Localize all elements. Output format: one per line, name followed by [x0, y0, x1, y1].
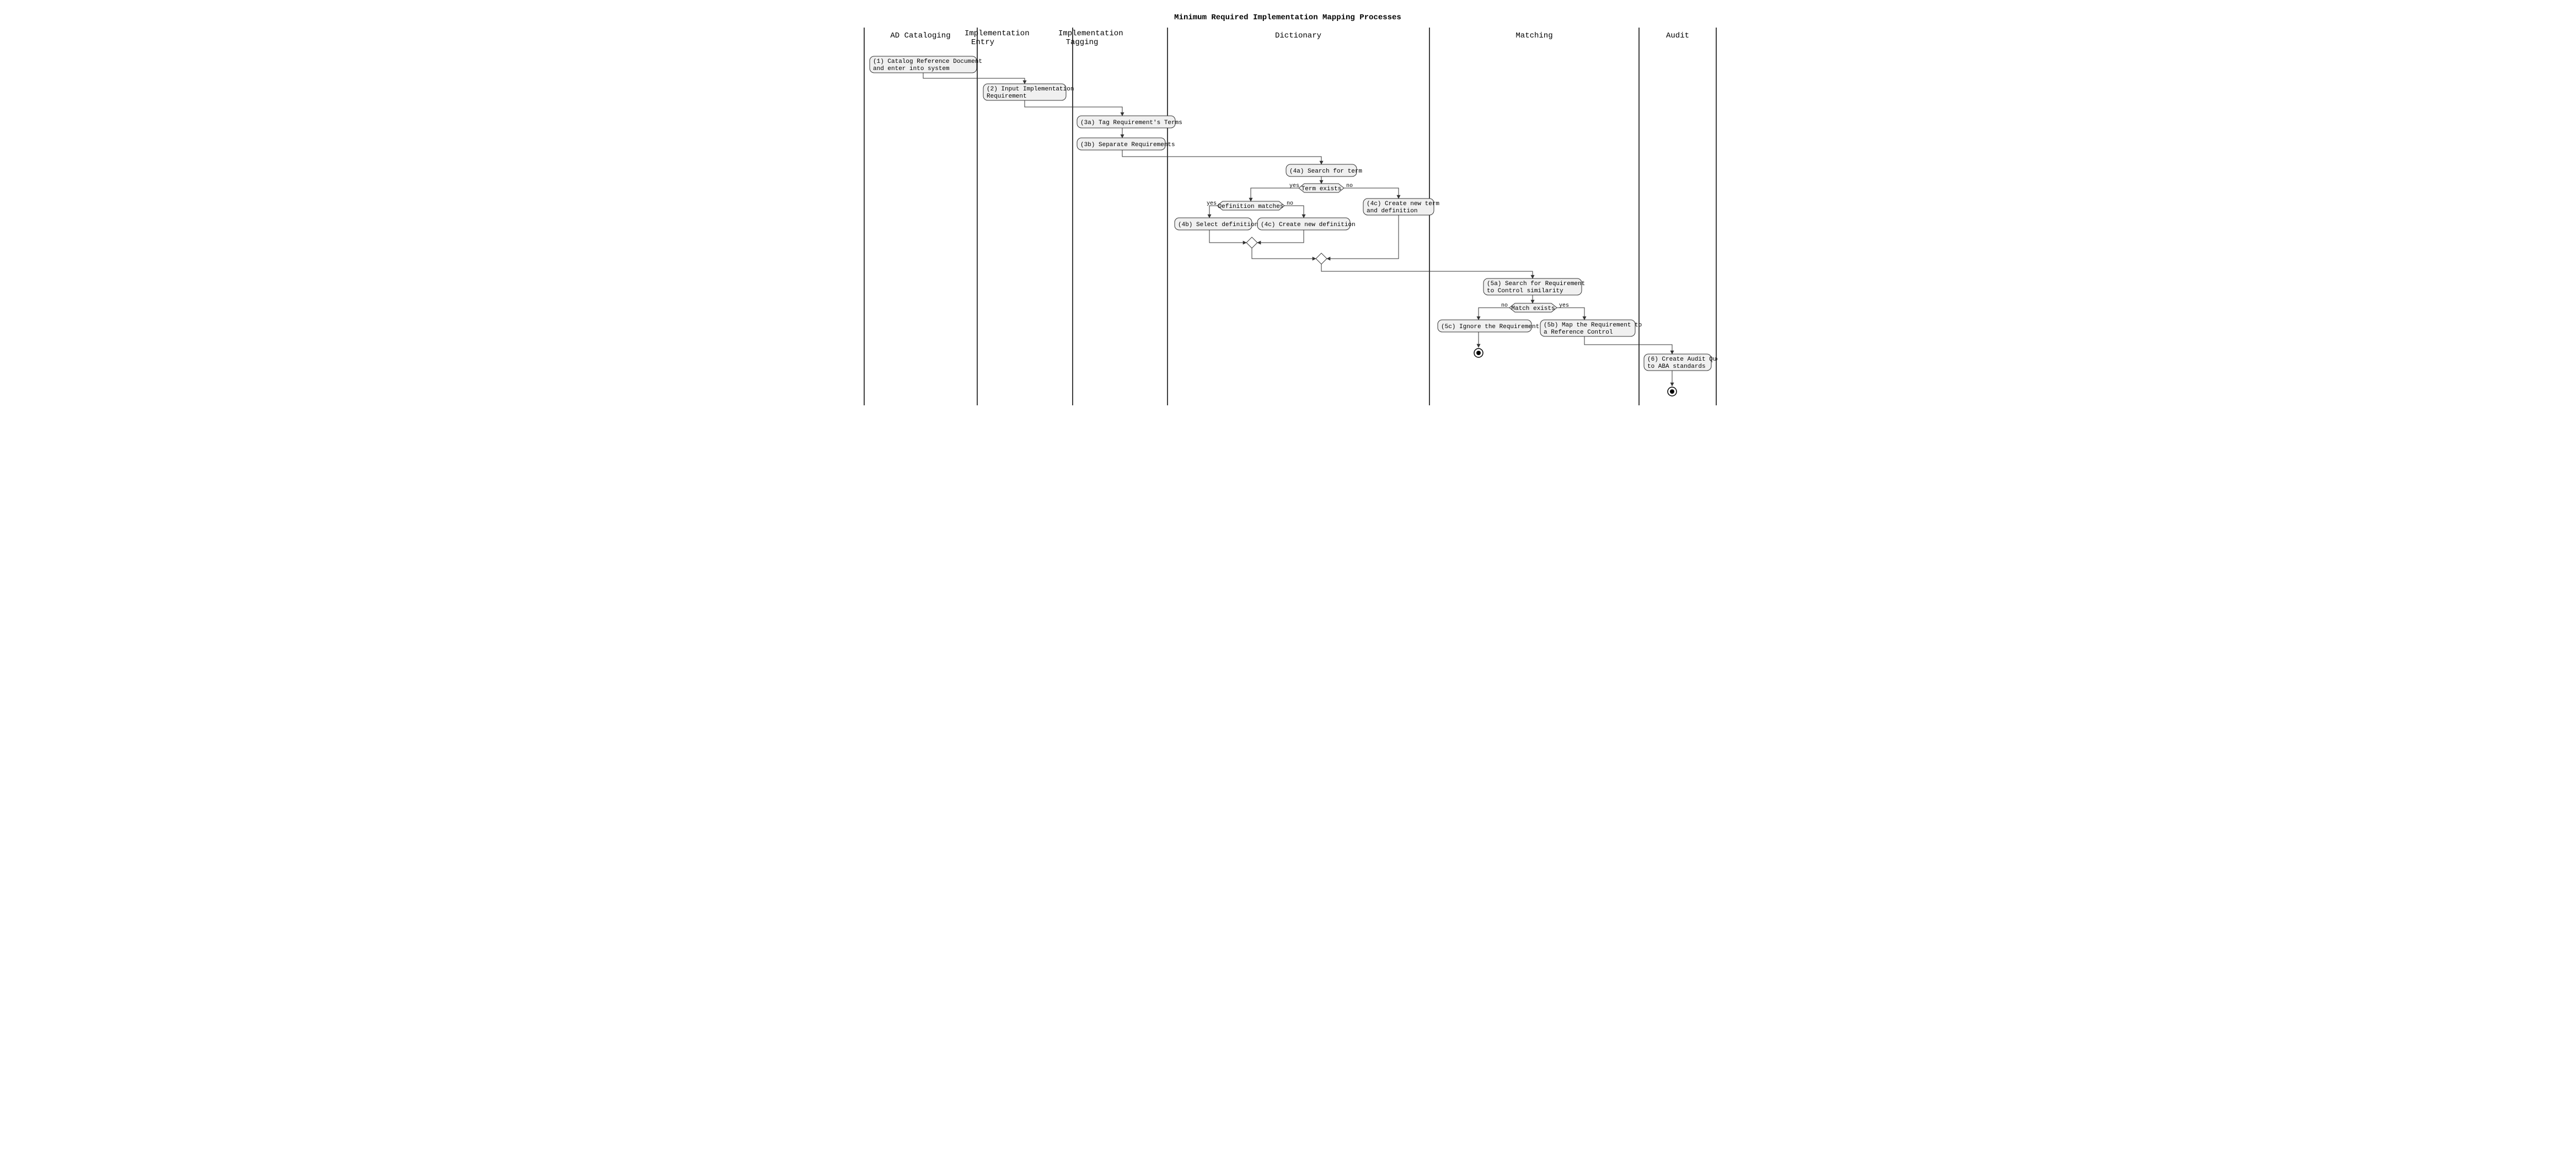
svg-text:Definition matches: Definition matches [1218, 203, 1284, 210]
edge-label-no: no [1501, 303, 1508, 309]
flow-edge [1122, 150, 1321, 164]
decision-match-exists: Match exists [1509, 303, 1557, 312]
decision-definition-matches: Definition matches [1217, 201, 1284, 210]
node-label: (5c) Ignore the Requirement [1441, 324, 1539, 330]
flow-edge [1251, 188, 1299, 201]
edge-label-yes: yes [1559, 303, 1569, 309]
node-label: (5a) Search for Requirement [1487, 281, 1585, 287]
node-label: a Reference Control [1544, 329, 1613, 336]
lane-header: Dictionary [1275, 31, 1321, 40]
lane-header: Implementation Entry [965, 29, 1034, 47]
edge-label-yes: yes [1207, 201, 1217, 207]
flow-edge [1025, 100, 1122, 116]
end-node-icon [1670, 389, 1674, 394]
flow-edge [1284, 206, 1304, 218]
flow-edge [1209, 206, 1217, 218]
lane-header: AD Cataloging [890, 31, 950, 40]
merge-diamond [1246, 237, 1257, 248]
flow-edge [1321, 264, 1533, 278]
node-label: Requirement [987, 93, 1027, 100]
lane-header: Implementation Tagging [1058, 29, 1128, 47]
node-label: (4a) Search for term [1289, 168, 1362, 175]
flow-edge [1257, 230, 1304, 243]
node-label: (2) Input Implementation [987, 86, 1074, 93]
decision-term-exists: Term exists [1299, 184, 1344, 192]
svg-text:Match exists: Match exists [1511, 306, 1555, 312]
activity-diagram: Minimum Required Implementation Mapping … [859, 11, 1717, 408]
edge-label-yes: yes [1289, 183, 1299, 189]
node-label: (4c) Create new definition [1261, 222, 1356, 228]
flow-edge [1344, 188, 1399, 199]
lane-header: Matching [1515, 31, 1552, 40]
node-label: and enter into system [873, 66, 950, 72]
node-label: (3b) Separate Requirements [1080, 142, 1175, 148]
svg-text:Term exists: Term exists [1302, 186, 1342, 192]
node-label: (3a) Tag Requirement's Terms [1080, 120, 1182, 126]
flow-edge [923, 73, 1025, 84]
flow-edge [1479, 308, 1509, 320]
lane-header: Audit [1666, 31, 1689, 40]
flow-edge [1557, 308, 1584, 320]
node-label: (4c) Create new term [1367, 201, 1439, 207]
end-node-icon [1476, 351, 1481, 355]
node-label: to Control similarity [1487, 288, 1563, 294]
node-label: (4b) Select definition [1178, 222, 1258, 228]
node-label: and definition [1367, 208, 1417, 215]
node-label: (5b) Map the Requirement to [1544, 322, 1642, 329]
node-label: (1) Catalog Reference Document [873, 58, 982, 65]
diagram-title: Minimum Required Implementation Mapping … [1174, 13, 1401, 22]
node-label: (6) Create Audit Question [1647, 356, 1717, 363]
node-label: to ABA standards [1647, 363, 1706, 370]
merge-diamond [1316, 253, 1327, 264]
flow-edge [1209, 230, 1246, 243]
flow-edge [1584, 336, 1672, 354]
edge-label-no: no [1287, 201, 1293, 207]
edge-label-no: no [1346, 183, 1353, 189]
flow-edge [1252, 248, 1316, 259]
